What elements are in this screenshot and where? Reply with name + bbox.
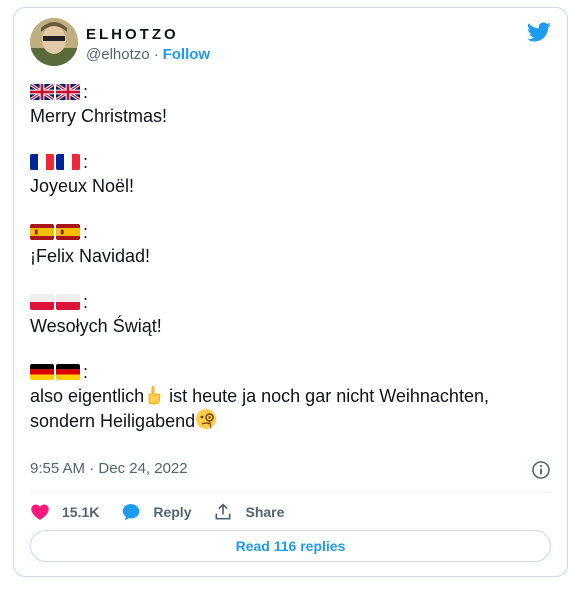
stanza-poland: : Wesołych Świąt! (30, 290, 551, 338)
colon: : (83, 292, 89, 312)
german-text-part-a: also eigentlich (30, 386, 145, 406)
info-icon[interactable] (531, 460, 551, 480)
reply-button[interactable]: Reply (121, 502, 191, 522)
colon: : (83, 82, 89, 102)
divider (30, 492, 551, 493)
stanza-spain: : ¡Felix Navidad! (30, 220, 551, 268)
monocle-face-emoji-icon (196, 409, 217, 429)
colon: : (83, 222, 89, 242)
poland-flag-icon (30, 294, 54, 310)
tweet-text: : Merry Christmas! : Joyeux Noël! : ¡Fel… (30, 80, 551, 455)
colon: : (83, 362, 89, 382)
stanza-uk: : Merry Christmas! (30, 80, 551, 128)
german-text-line-2: sondern Heiligabend (30, 408, 551, 433)
separator-dot: · (89, 460, 95, 477)
pointing-up-emoji-icon (148, 386, 161, 405)
tweet-time: 9:55 AM (30, 460, 86, 477)
uk-flag-icon (30, 84, 54, 100)
share-label: Share (245, 504, 285, 520)
tweet-timestamp[interactable]: 9:55 AM · Dec 24, 2022 (30, 460, 188, 477)
poland-flag-icon (56, 294, 80, 310)
spain-flag-icon (56, 224, 80, 240)
stanza-france: : Joyeux Noël! (30, 150, 551, 198)
reply-bubble-icon (123, 504, 140, 521)
stanza-germany: : also eigentlich ist heute ja noch gar … (30, 360, 551, 433)
uk-flag-icon (56, 84, 80, 100)
separator-dot: · (153, 46, 159, 63)
france-flag-icon (30, 154, 54, 170)
spain-flag-icon (30, 224, 54, 240)
read-replies-button[interactable]: Read 116 replies (30, 530, 551, 562)
tweet-date: Dec 24, 2022 (98, 460, 188, 477)
share-button[interactable]: Share (213, 502, 284, 522)
follow-link[interactable]: Follow (163, 46, 211, 63)
tweet-card: ELHOTZO @elhotzo · Follow : Merry Christma… (13, 7, 568, 577)
tweet-header: ELHOTZO @elhotzo · Follow (30, 18, 551, 70)
twitter-bird-icon[interactable] (527, 20, 551, 44)
handle[interactable]: @elhotzo (86, 46, 150, 63)
germany-flag-icon (56, 364, 80, 380)
heart-icon (31, 504, 49, 520)
action-bar: 15.1K Reply Share (30, 500, 306, 524)
german-text-line-1: also eigentlich ist heute ja noch gar ni… (30, 384, 551, 408)
colon: : (83, 152, 89, 172)
greeting-french: Joyeux Noël! (30, 176, 135, 196)
german-text-part-b: ist heute ja noch gar nicht Weihnachten, (169, 386, 489, 406)
greeting-english: Merry Christmas! (30, 106, 168, 126)
greeting-spanish: ¡Felix Navidad! (30, 246, 151, 266)
avatar[interactable] (30, 18, 78, 66)
handle-row: @elhotzo · Follow (86, 46, 210, 63)
like-button[interactable]: 15.1K (30, 502, 99, 522)
france-flag-icon (56, 154, 80, 170)
german-text-part-c: sondern Heiligabend (30, 411, 196, 431)
share-icon (215, 503, 231, 520)
germany-flag-icon (30, 364, 54, 380)
reply-label: Reply (153, 504, 192, 520)
display-name[interactable]: ELHOTZO (86, 26, 179, 43)
greeting-polish: Wesołych Świąt! (30, 316, 162, 336)
like-count: 15.1K (62, 504, 100, 520)
